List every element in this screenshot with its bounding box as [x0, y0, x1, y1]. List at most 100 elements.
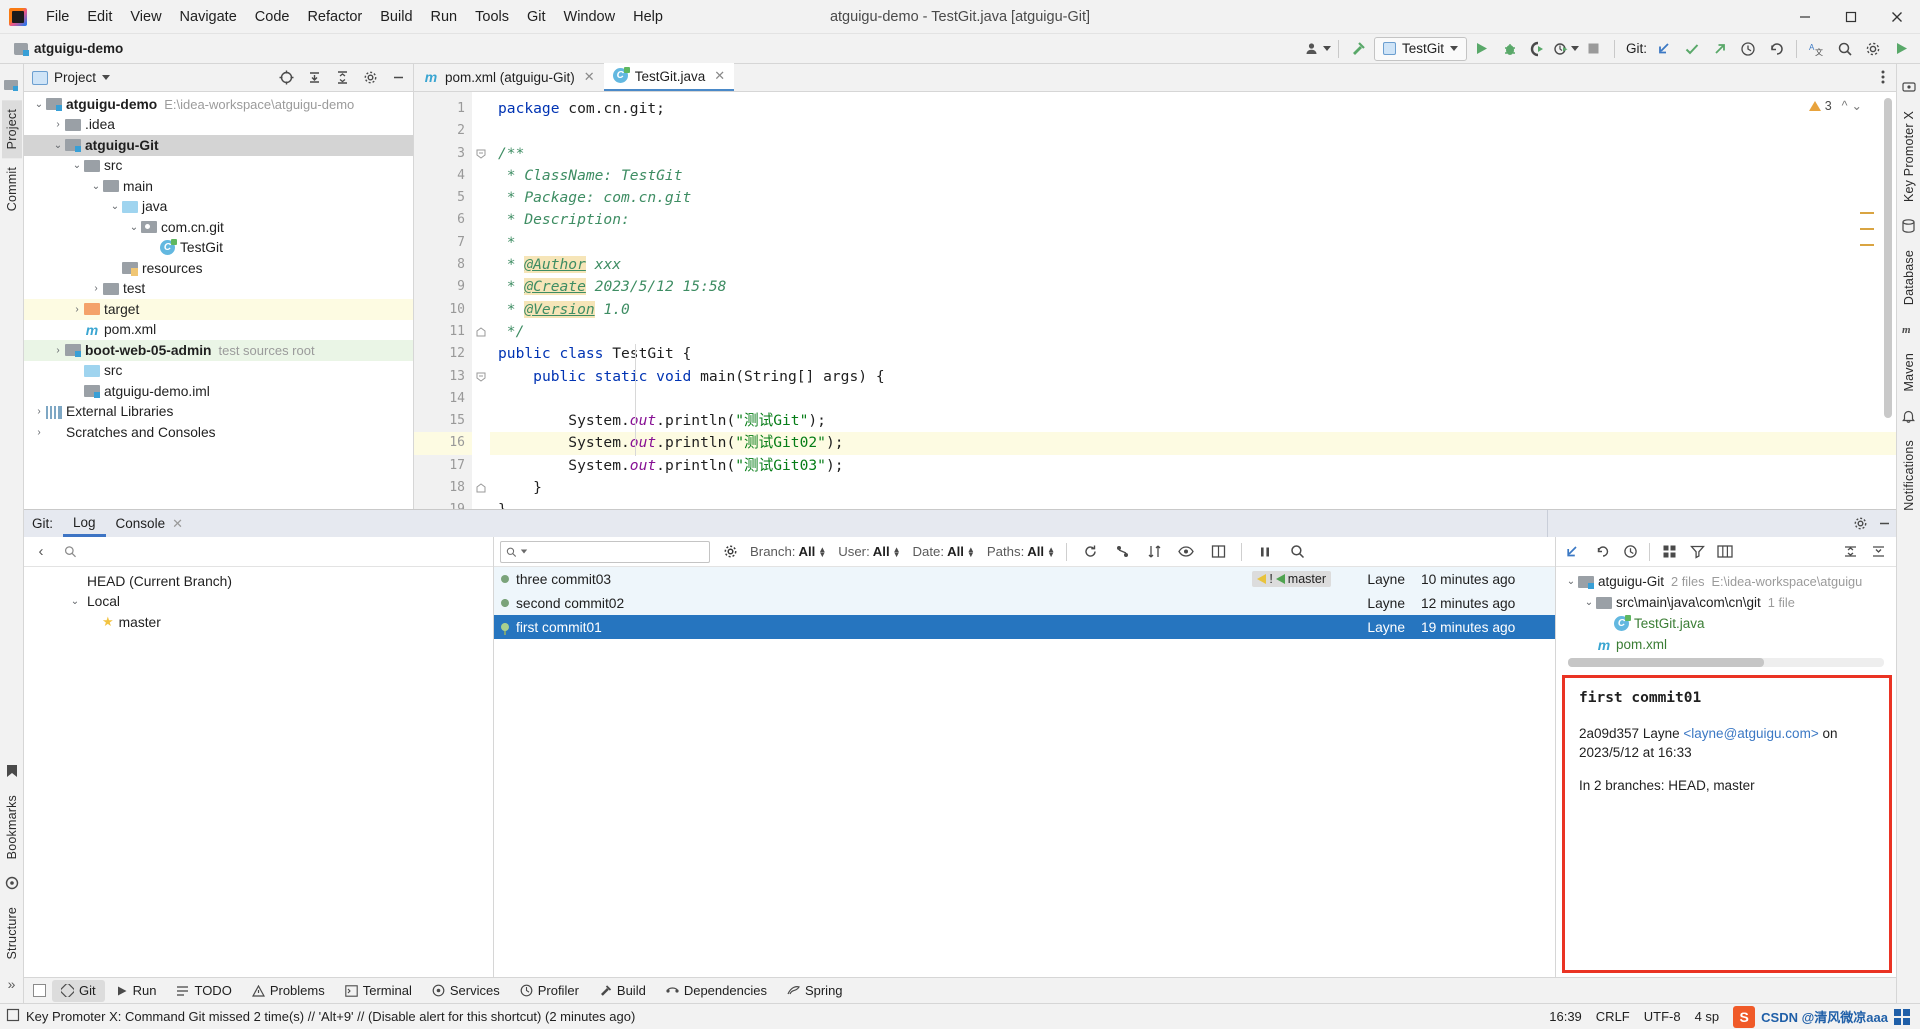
expand-arrow-icon[interactable]: ›: [51, 119, 65, 130]
tree-node-resources[interactable]: resources: [24, 258, 413, 279]
commit-row[interactable]: three commit03 ! master Layne 10 minutes ago: [494, 567, 1555, 591]
code-line[interactable]: [490, 388, 1896, 410]
fold-marker[interactable]: [472, 455, 490, 477]
run-anything-icon[interactable]: [1888, 37, 1914, 61]
close-icon[interactable]: ✕: [714, 68, 725, 84]
fold-marker[interactable]: [472, 98, 490, 120]
tree-node-boot-web-05-admin[interactable]: › boot-web-05-admin test sources root: [24, 340, 413, 361]
bookmarks-icon[interactable]: [3, 762, 21, 780]
tree-node-external-libraries[interactable]: › External Libraries: [24, 402, 413, 423]
git-push-icon[interactable]: [1707, 37, 1733, 61]
inspection-status-widget[interactable]: 3 ^ ⌄: [1808, 98, 1862, 113]
bottom-tab-dependencies[interactable]: Dependencies: [657, 980, 776, 1002]
bottom-tab-git[interactable]: Git: [52, 979, 105, 1002]
run-configuration-selector[interactable]: TestGit: [1373, 36, 1467, 61]
branch-row-local[interactable]: ⌄ Local: [24, 592, 493, 613]
key-promoter-icon[interactable]: [1900, 78, 1918, 96]
select-opened-file-icon[interactable]: [275, 67, 297, 89]
expand-arrow-icon[interactable]: ›: [51, 345, 65, 356]
menu-tools[interactable]: Tools: [466, 5, 518, 29]
tree-node-src[interactable]: ⌄ src: [24, 156, 413, 177]
menu-navigate[interactable]: Navigate: [171, 5, 246, 29]
menu-git[interactable]: Git: [518, 5, 555, 29]
build-hammer-icon[interactable]: [1346, 37, 1372, 61]
expand-arrow-icon[interactable]: ⌄: [70, 160, 84, 171]
log-search-input[interactable]: [532, 544, 704, 559]
menu-build[interactable]: Build: [371, 5, 421, 29]
show-diff-preview-icon[interactable]: [1206, 540, 1230, 564]
fold-marker[interactable]: [472, 299, 490, 321]
tree-node-pom-xml[interactable]: m pom.xml: [24, 320, 413, 341]
editor-tab-testgit[interactable]: C TestGit.java ✕: [603, 63, 735, 91]
fold-marker[interactable]: [472, 209, 490, 231]
bottom-tab-profiler[interactable]: Profiler: [511, 980, 588, 1002]
code-line[interactable]: *: [490, 232, 1896, 254]
bottom-tabs-toggle[interactable]: [33, 984, 46, 997]
menu-code[interactable]: Code: [246, 5, 299, 29]
expand-arrow-icon[interactable]: ⌄: [1564, 576, 1578, 587]
fold-marker[interactable]: [472, 388, 490, 410]
commit-author-email[interactable]: <layne@atguigu.com>: [1683, 726, 1818, 741]
expand-arrow-icon[interactable]: ›: [32, 427, 46, 438]
collapse-all-icon[interactable]: [331, 67, 353, 89]
git-panel-hide-icon[interactable]: [1872, 512, 1896, 536]
code-line[interactable]: package com.cn.git;: [490, 98, 1896, 120]
commit-row[interactable]: first commit01 Layne 19 minutes ago: [494, 615, 1555, 639]
hide-panel-icon[interactable]: [387, 67, 409, 89]
fold-marker[interactable]: [472, 477, 490, 499]
tree-node-testgit[interactable]: C TestGit: [24, 238, 413, 259]
go-to-change-icon[interactable]: [1562, 540, 1586, 564]
rail-tab-key-promoter-x[interactable]: Key Promoter X: [1899, 102, 1919, 211]
maven-icon[interactable]: m: [1900, 320, 1918, 338]
expand-arrow-icon[interactable]: ⌄: [89, 181, 103, 192]
status-line-separator[interactable]: CRLF: [1596, 1009, 1630, 1024]
menu-edit[interactable]: Edit: [78, 5, 121, 29]
bottom-tab-todo[interactable]: TODO: [167, 980, 240, 1002]
code-line[interactable]: System.out.println("测试Git03");: [490, 455, 1896, 477]
tree-node-scratches-and-consoles[interactable]: › Scratches and Consoles: [24, 422, 413, 443]
bottom-tool-tabs[interactable]: Git Run TODO Problems Terminal Services Profil…: [24, 977, 1896, 1003]
code-area[interactable]: 1 2 3 4 5 6 7 8 9 10 11 12▶13▶ 14 15 16 17 18 19 package …: [414, 92, 1896, 509]
code-line[interactable]: public class TestGit {: [490, 343, 1896, 365]
group-by-module-icon[interactable]: [1657, 540, 1681, 564]
changes-horizontal-scrollbar[interactable]: [1568, 658, 1884, 667]
menu-window[interactable]: Window: [555, 5, 625, 29]
tree-node-main[interactable]: ⌄ main: [24, 176, 413, 197]
fold-marker[interactable]: [472, 410, 490, 432]
tree-node-atguigu-demo-iml[interactable]: atguigu-demo.iml: [24, 381, 413, 402]
editor-tab-bar[interactable]: m pom.xml (atguigu-Git) ✕ C TestGit.java ✕: [414, 63, 1896, 92]
bottom-tab-build[interactable]: Build: [590, 980, 655, 1002]
project-tree[interactable]: ⌄ atguigu-demo E:\idea-workspace\atguigu-d…: [24, 92, 413, 509]
expand-arrow-icon[interactable]: ⌄: [1582, 597, 1596, 608]
filter-paths[interactable]: Paths: All ▲ ▼: [987, 544, 1055, 559]
menu-run[interactable]: Run: [422, 5, 467, 29]
expand-arrow-icon[interactable]: ›: [70, 304, 84, 315]
git-panel-settings-icon[interactable]: [1848, 512, 1872, 536]
log-filters[interactable]: Branch: All ▲ ▼ User: All ▲ ▼ Date: All ▲ ▼ Paths: Al…: [750, 544, 1055, 559]
branch-search-input[interactable]: [82, 544, 481, 559]
changed-file-row[interactable]: ⌄ atguigu-Git 2 files E:\idea-workspace\atg…: [1556, 571, 1896, 592]
structure-icon[interactable]: [3, 874, 21, 892]
expand-arrow-icon[interactable]: ›: [89, 283, 103, 294]
code-line[interactable]: [490, 120, 1896, 142]
fold-marker[interactable]: [472, 276, 490, 298]
git-commit-icon[interactable]: [1679, 37, 1705, 61]
account-icon[interactable]: [1305, 37, 1331, 61]
maximize-button[interactable]: [1828, 0, 1874, 34]
revert-icon[interactable]: [1590, 540, 1614, 564]
bottom-tab-services[interactable]: Services: [423, 980, 509, 1002]
expand-arrow-icon[interactable]: ⌄: [51, 140, 65, 151]
commit-list[interactable]: three commit03 ! master Layne 10 minutes ago…: [494, 567, 1555, 977]
project-chip[interactable]: atguigu-demo: [6, 41, 123, 56]
branch-list[interactable]: HEAD (Current Branch) ⌄ Local ★ master: [24, 567, 493, 977]
code-line[interactable]: * @Version 1.0: [490, 299, 1896, 321]
fold-marker[interactable]: [472, 120, 490, 142]
status-indent[interactable]: 4 sp: [1695, 1009, 1720, 1024]
fold-marker[interactable]: [472, 187, 490, 209]
log-settings-gear-icon[interactable]: [718, 540, 742, 564]
fold-marker[interactable]: [472, 165, 490, 187]
branch-row-master[interactable]: ★ master: [24, 612, 493, 633]
collapse-details-icon[interactable]: [1866, 540, 1890, 564]
expand-arrow-icon[interactable]: ⌄: [127, 222, 141, 233]
rail-tab-database[interactable]: Database: [1899, 241, 1919, 314]
